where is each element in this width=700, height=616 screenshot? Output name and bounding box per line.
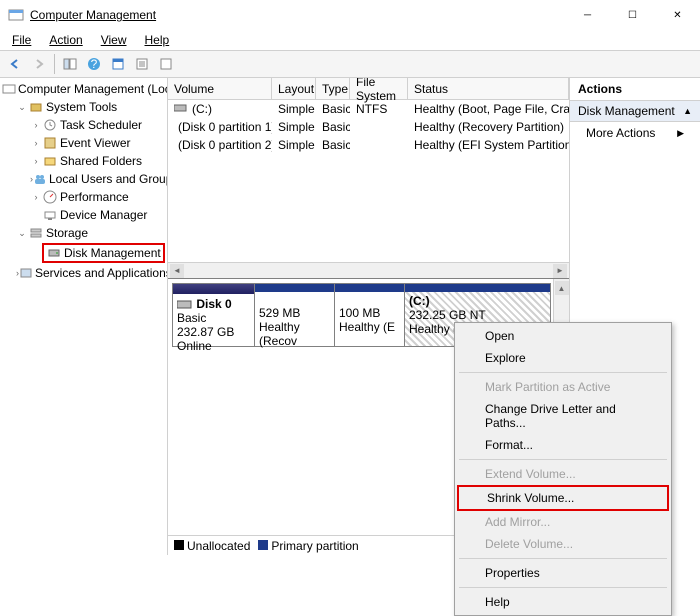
volume-list-header: Volume Layout Type File System Status (168, 78, 569, 100)
ctx-mark-active: Mark Partition as Active (457, 376, 669, 398)
chevron-down-icon[interactable]: ⌄ (16, 228, 28, 239)
chevron-right-icon[interactable]: › (30, 120, 42, 130)
titlebar: Computer Management ─ ☐ ✕ (0, 0, 700, 30)
disk-label[interactable]: Disk 0 Basic 232.87 GB Online (173, 284, 255, 346)
scroll-up-icon[interactable]: ▲ (555, 281, 569, 295)
tree-root[interactable]: Computer Management (Local (2, 80, 165, 98)
tree-disk-management[interactable]: Disk Management (2, 242, 165, 264)
ctx-delete-volume: Delete Volume... (457, 533, 669, 555)
settings-button[interactable] (131, 53, 153, 75)
actions-header: Actions (570, 78, 700, 101)
menubar: File Action View Help (0, 30, 700, 50)
tree-services-apps[interactable]: › Services and Applications (2, 264, 165, 282)
forward-button[interactable] (28, 53, 50, 75)
volume-list[interactable]: Volume Layout Type File System Status (C… (168, 78, 569, 278)
tree-event-viewer[interactable]: › Event Viewer (2, 134, 165, 152)
close-button[interactable]: ✕ (655, 0, 700, 30)
ctx-explore[interactable]: Explore (457, 347, 669, 369)
chevron-right-icon: ▶ (677, 128, 684, 139)
horizontal-scrollbar[interactable]: ◄ ► (168, 262, 569, 278)
tree-device-manager[interactable]: Device Manager (2, 206, 165, 224)
tree-task-scheduler[interactable]: › Task Scheduler (2, 116, 165, 134)
chevron-down-icon[interactable]: ⌄ (16, 102, 28, 113)
col-volume[interactable]: Volume (168, 78, 272, 99)
ctx-change-drive-letter[interactable]: Change Drive Letter and Paths... (457, 398, 669, 434)
col-filesystem[interactable]: File System (350, 78, 408, 99)
maximize-button[interactable]: ☐ (610, 0, 655, 30)
ctx-properties[interactable]: Properties (457, 562, 669, 584)
tree-system-tools[interactable]: ⌄ System Tools (2, 98, 165, 116)
tree-storage[interactable]: ⌄ Storage (2, 224, 165, 242)
volume-row[interactable]: (Disk 0 partition 1) Simple Basic Health… (168, 118, 569, 136)
col-type[interactable]: Type (316, 78, 350, 99)
tree-local-users[interactable]: › Local Users and Groups (2, 170, 165, 188)
refresh-button[interactable] (107, 53, 129, 75)
volume-row[interactable]: (Disk 0 partition 2) Simple Basic Health… (168, 136, 569, 154)
partition-recovery[interactable]: 529 MB Healthy (Recov (255, 284, 335, 346)
ctx-shrink-volume[interactable]: Shrink Volume... (457, 485, 669, 511)
window-title: Computer Management (30, 8, 565, 22)
volume-row[interactable]: (C:) Simple Basic NTFS Healthy (Boot, Pa… (168, 100, 569, 118)
view-list-button[interactable] (155, 53, 177, 75)
ctx-help[interactable]: Help (457, 591, 669, 613)
collapse-up-icon[interactable]: ▲ (683, 106, 692, 116)
context-menu: Open Explore Mark Partition as Active Ch… (454, 322, 672, 616)
back-button[interactable] (4, 53, 26, 75)
menu-view[interactable]: View (93, 31, 135, 49)
actions-section-disk-management[interactable]: Disk Management ▲ (570, 101, 700, 122)
toolbar: ? (0, 50, 700, 78)
help-button[interactable]: ? (83, 53, 105, 75)
ctx-open[interactable]: Open (457, 325, 669, 347)
tree-shared-folders[interactable]: › Shared Folders (2, 152, 165, 170)
actions-more[interactable]: More Actions ▶ (570, 122, 700, 144)
menu-action[interactable]: Action (41, 31, 90, 49)
partition-efi[interactable]: 100 MB Healthy (E (335, 284, 405, 346)
ctx-format[interactable]: Format... (457, 434, 669, 456)
minimize-button[interactable]: ─ (565, 0, 610, 30)
ctx-add-mirror: Add Mirror... (457, 511, 669, 533)
svg-text:?: ? (91, 57, 98, 71)
ctx-extend-volume: Extend Volume... (457, 463, 669, 485)
chevron-right-icon[interactable]: › (30, 156, 42, 166)
col-layout[interactable]: Layout (272, 78, 316, 99)
scroll-left-icon[interactable]: ◄ (170, 264, 184, 278)
show-hide-tree-button[interactable] (59, 53, 81, 75)
app-icon (8, 7, 24, 23)
tree-root-label: Computer Management (Local (18, 82, 168, 96)
chevron-right-icon[interactable]: › (30, 192, 42, 202)
col-status[interactable]: Status (408, 78, 569, 99)
scroll-right-icon[interactable]: ► (553, 264, 567, 278)
nav-tree[interactable]: Computer Management (Local ⌄ System Tool… (0, 78, 168, 555)
tree-performance[interactable]: › Performance (2, 188, 165, 206)
menu-help[interactable]: Help (137, 31, 178, 49)
chevron-right-icon[interactable]: › (30, 138, 42, 148)
menu-file[interactable]: File (4, 31, 39, 49)
